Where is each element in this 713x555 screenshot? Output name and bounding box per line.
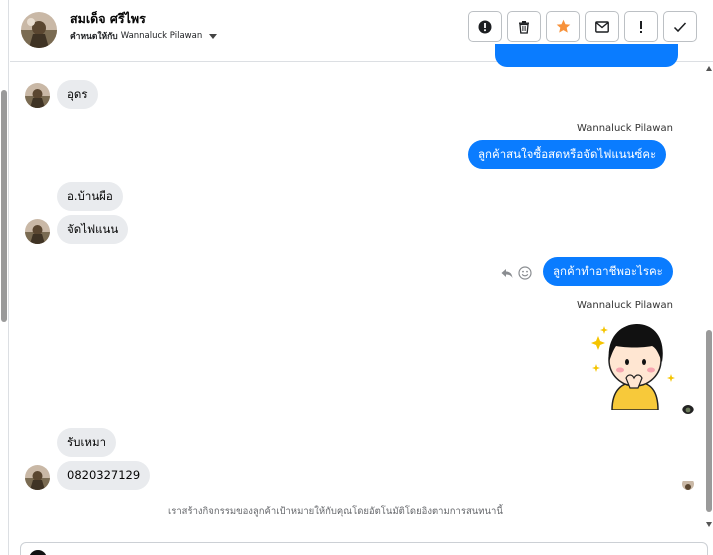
contact-avatar-small[interactable] — [25, 219, 50, 244]
trash-icon — [519, 20, 529, 34]
email-button[interactable] — [585, 11, 619, 42]
important-button[interactable] — [624, 11, 658, 42]
header-toolbar — [468, 11, 697, 42]
scroll-down-arrow-icon[interactable] — [706, 522, 712, 527]
auto-activity-notice: เราสร้างกิจกรรมของลูกค้าเป้าหมายให้กับคุ… — [168, 506, 503, 517]
girl-cheering-sticker-icon — [591, 324, 675, 411]
caret-down-icon[interactable] — [209, 33, 218, 39]
composer-avatar — [29, 550, 47, 555]
seen-indicator-avatar — [682, 402, 694, 414]
left-scrollbar-thumb[interactable] — [1, 90, 7, 322]
seen-indicator-avatar — [682, 478, 694, 490]
delete-button[interactable] — [507, 11, 541, 42]
contact-avatar-small[interactable] — [25, 465, 50, 490]
incoming-message[interactable]: 0820327129 — [57, 461, 151, 490]
contact-name: สมเด็จ ศรีไพร — [70, 11, 146, 26]
reply-icon[interactable] — [500, 266, 514, 280]
incoming-message[interactable]: อ.บ้านผือ — [57, 182, 123, 211]
chat-scrollbar-thumb[interactable] — [706, 330, 712, 512]
outgoing-message-partial — [495, 44, 678, 67]
assign-label: คำหนดให้กับ — [70, 32, 118, 42]
exclamation-icon — [640, 20, 642, 33]
star-icon — [556, 19, 570, 33]
message-composer[interactable] — [20, 542, 708, 555]
envelope-icon — [595, 20, 609, 33]
alert-circle-button[interactable] — [468, 11, 502, 42]
incoming-message[interactable]: รับเหมา — [57, 428, 117, 457]
chat-scrollbar[interactable] — [704, 62, 713, 532]
message-sender-name: Wannaluck Pilawan — [577, 123, 673, 134]
contact-avatar-small[interactable] — [25, 83, 50, 108]
incoming-message[interactable]: จัดไฟแนน — [57, 215, 129, 244]
done-button[interactable] — [663, 11, 697, 42]
assignee-selector[interactable]: คำหนดให้กับ Wannaluck Pilawan — [70, 29, 218, 43]
contact-avatar[interactable] — [21, 12, 57, 48]
outgoing-message[interactable]: ลูกค้าสนใจซื้อสดหรือจัดไฟแนนซ์คะ — [468, 140, 667, 169]
incoming-message[interactable]: อุดร — [57, 80, 98, 109]
message-sender-name: Wannaluck Pilawan — [577, 300, 673, 311]
left-scrollbar[interactable] — [0, 0, 9, 555]
sticker-message[interactable] — [582, 318, 678, 411]
check-icon — [673, 21, 687, 32]
exclamation-circle-icon — [478, 20, 492, 33]
message-actions — [500, 266, 532, 280]
react-emoji-icon[interactable] — [518, 266, 532, 280]
star-button[interactable] — [546, 11, 580, 42]
outgoing-message[interactable]: ลูกค้าทำอาชีพอะไรคะ — [543, 257, 673, 286]
assignee-name: Wannaluck Pilawan — [120, 31, 203, 41]
scroll-up-arrow-icon[interactable] — [706, 66, 712, 71]
